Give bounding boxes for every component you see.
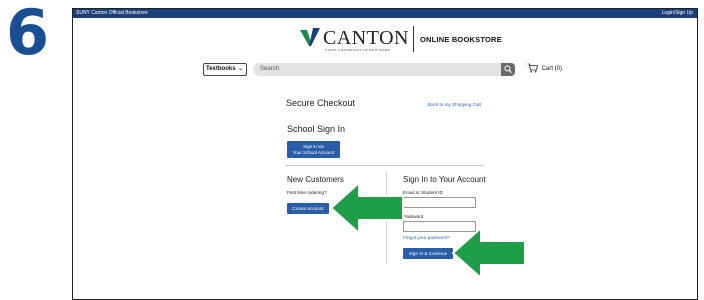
email-field[interactable]: [403, 197, 476, 208]
site-label[interactable]: SUNY Canton Official Bookstore: [76, 9, 148, 18]
cart-icon: [527, 64, 538, 73]
chevron-down-icon: ⌄: [237, 66, 243, 72]
canton-logo-mark-icon: [300, 28, 320, 46]
school-signin-button-line2: Your School Account: [292, 149, 335, 155]
password-label: Password: [403, 214, 424, 219]
search-button[interactable]: [501, 63, 515, 76]
school-signin-heading: School Sign In: [287, 124, 346, 134]
section-divider: [286, 165, 484, 166]
create-account-button[interactable]: Create Account: [287, 203, 329, 214]
department-select[interactable]: Textbooks ⌄: [203, 63, 247, 76]
arrow-left-icon: [330, 182, 404, 234]
top-bar: SUNY Canton Official Bookstore Login/Sig…: [73, 9, 697, 18]
store-logo[interactable]: CANTON STATE UNIVERSITY OF NEW YORK ONLI…: [299, 22, 539, 58]
cart-label: Cart (0): [541, 66, 563, 72]
signin-continue-button[interactable]: Sign In & Continue: [403, 248, 453, 259]
department-value: Textbooks: [206, 66, 236, 72]
search-input[interactable]: Search: [253, 63, 501, 76]
browser-window: SUNY Canton Official Bookstore Login/Sig…: [72, 8, 698, 300]
logo-divider: [413, 26, 414, 52]
cart-link[interactable]: Cart (0): [527, 63, 562, 76]
logo-subtext: STATE UNIVERSITY OF NEW YORK: [325, 48, 391, 52]
school-signin-button[interactable]: Sign in via Your School Account: [287, 141, 340, 158]
first-time-label: First time ordering?: [287, 190, 327, 195]
logo-text: CANTON: [323, 27, 409, 49]
arrow-left-icon: [452, 227, 526, 279]
forgot-password-link[interactable]: Forgot your password?: [403, 235, 450, 240]
online-bookstore-label: ONLINE BOOKSTORE: [420, 35, 502, 44]
email-label: Email or Student ID: [403, 190, 443, 195]
search-icon: [504, 65, 512, 74]
step-number: 6: [6, 0, 50, 69]
back-to-cart-link[interactable]: Back to my Shopping Cart: [428, 102, 481, 107]
page-title: Secure Checkout: [286, 98, 356, 108]
login-signup-link[interactable]: Login/Sign Up: [662, 9, 693, 18]
signin-heading: Sign In to Your Account: [403, 175, 486, 184]
